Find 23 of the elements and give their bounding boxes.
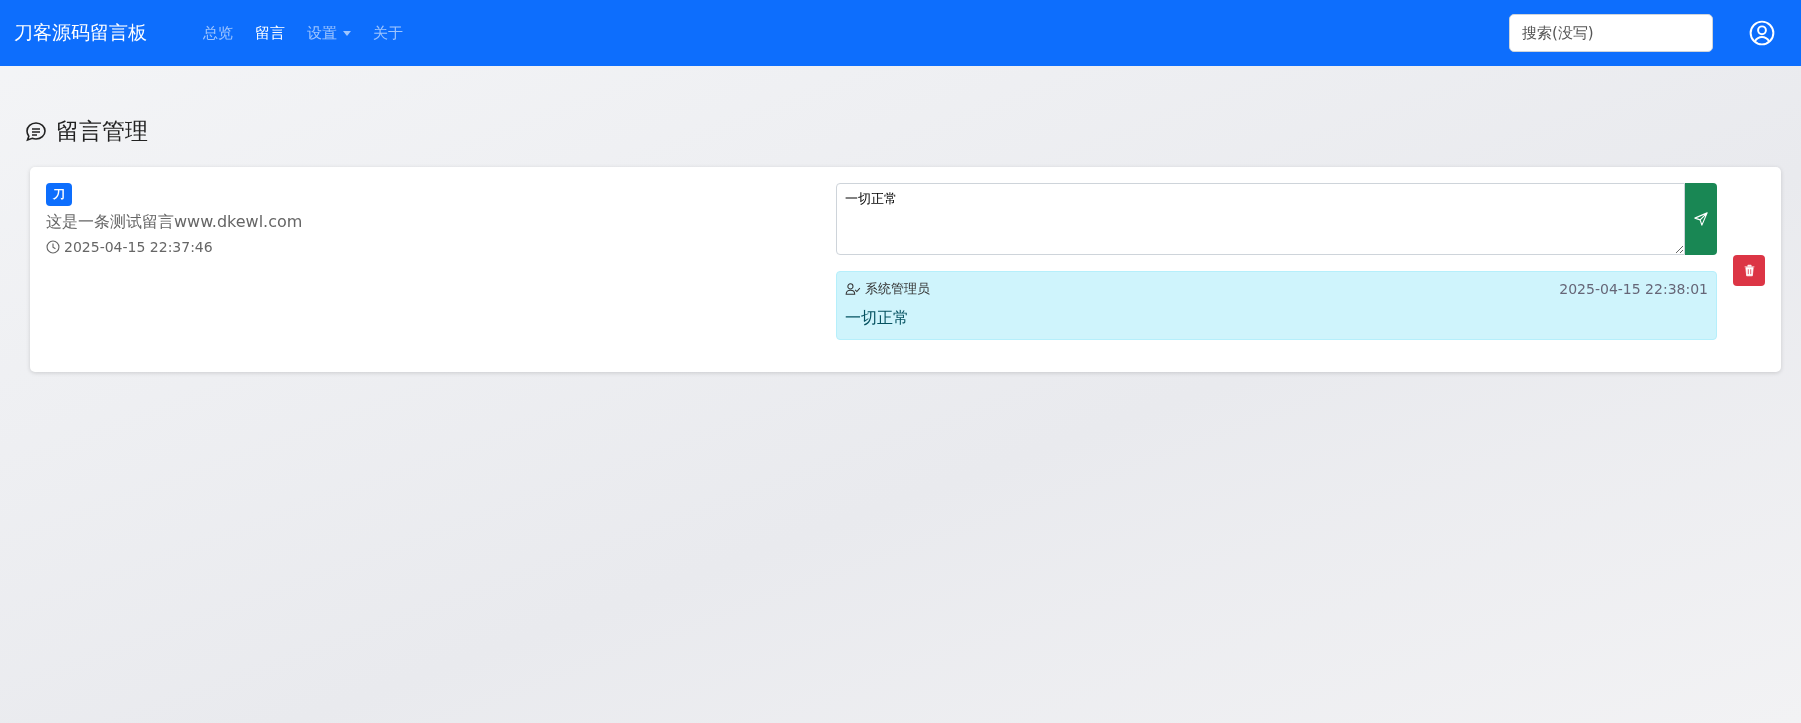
message-time: 2025-04-15 22:37:46 <box>64 239 213 255</box>
nav-dropdown[interactable]: 设置 <box>307 23 351 43</box>
reply-text: 一切正常 <box>845 308 910 329</box>
nav-link[interactable]: 留言 <box>255 23 285 43</box>
message-text: 这是一条测试留言www.dkewl.com <box>46 212 303 233</box>
clock-icon <box>46 240 60 254</box>
author-badge: 刀 <box>46 183 72 206</box>
search-field[interactable]: 搜索(没写) <box>1509 14 1713 52</box>
send-icon <box>1694 212 1708 226</box>
reply-input[interactable]: 一切正常 <box>836 183 1685 255</box>
chat-icon <box>24 119 48 144</box>
user-icon[interactable] <box>1749 20 1775 46</box>
nav-link[interactable]: 总览 <box>203 23 233 43</box>
reply-time: 2025-04-15 22:38:01 <box>1559 281 1708 297</box>
user-check-icon <box>845 283 861 295</box>
nav-link[interactable]: 关于 <box>373 23 403 43</box>
caret-icon <box>343 30 351 36</box>
delete-button[interactable] <box>1733 255 1765 286</box>
page-title: 留言管理 <box>56 117 148 146</box>
trash-icon <box>1742 264 1756 277</box>
brand-title[interactable]: 刀客源码留言板 <box>14 20 147 46</box>
reply-author: 系统管理员 <box>865 280 930 298</box>
send-button[interactable] <box>1685 183 1717 255</box>
